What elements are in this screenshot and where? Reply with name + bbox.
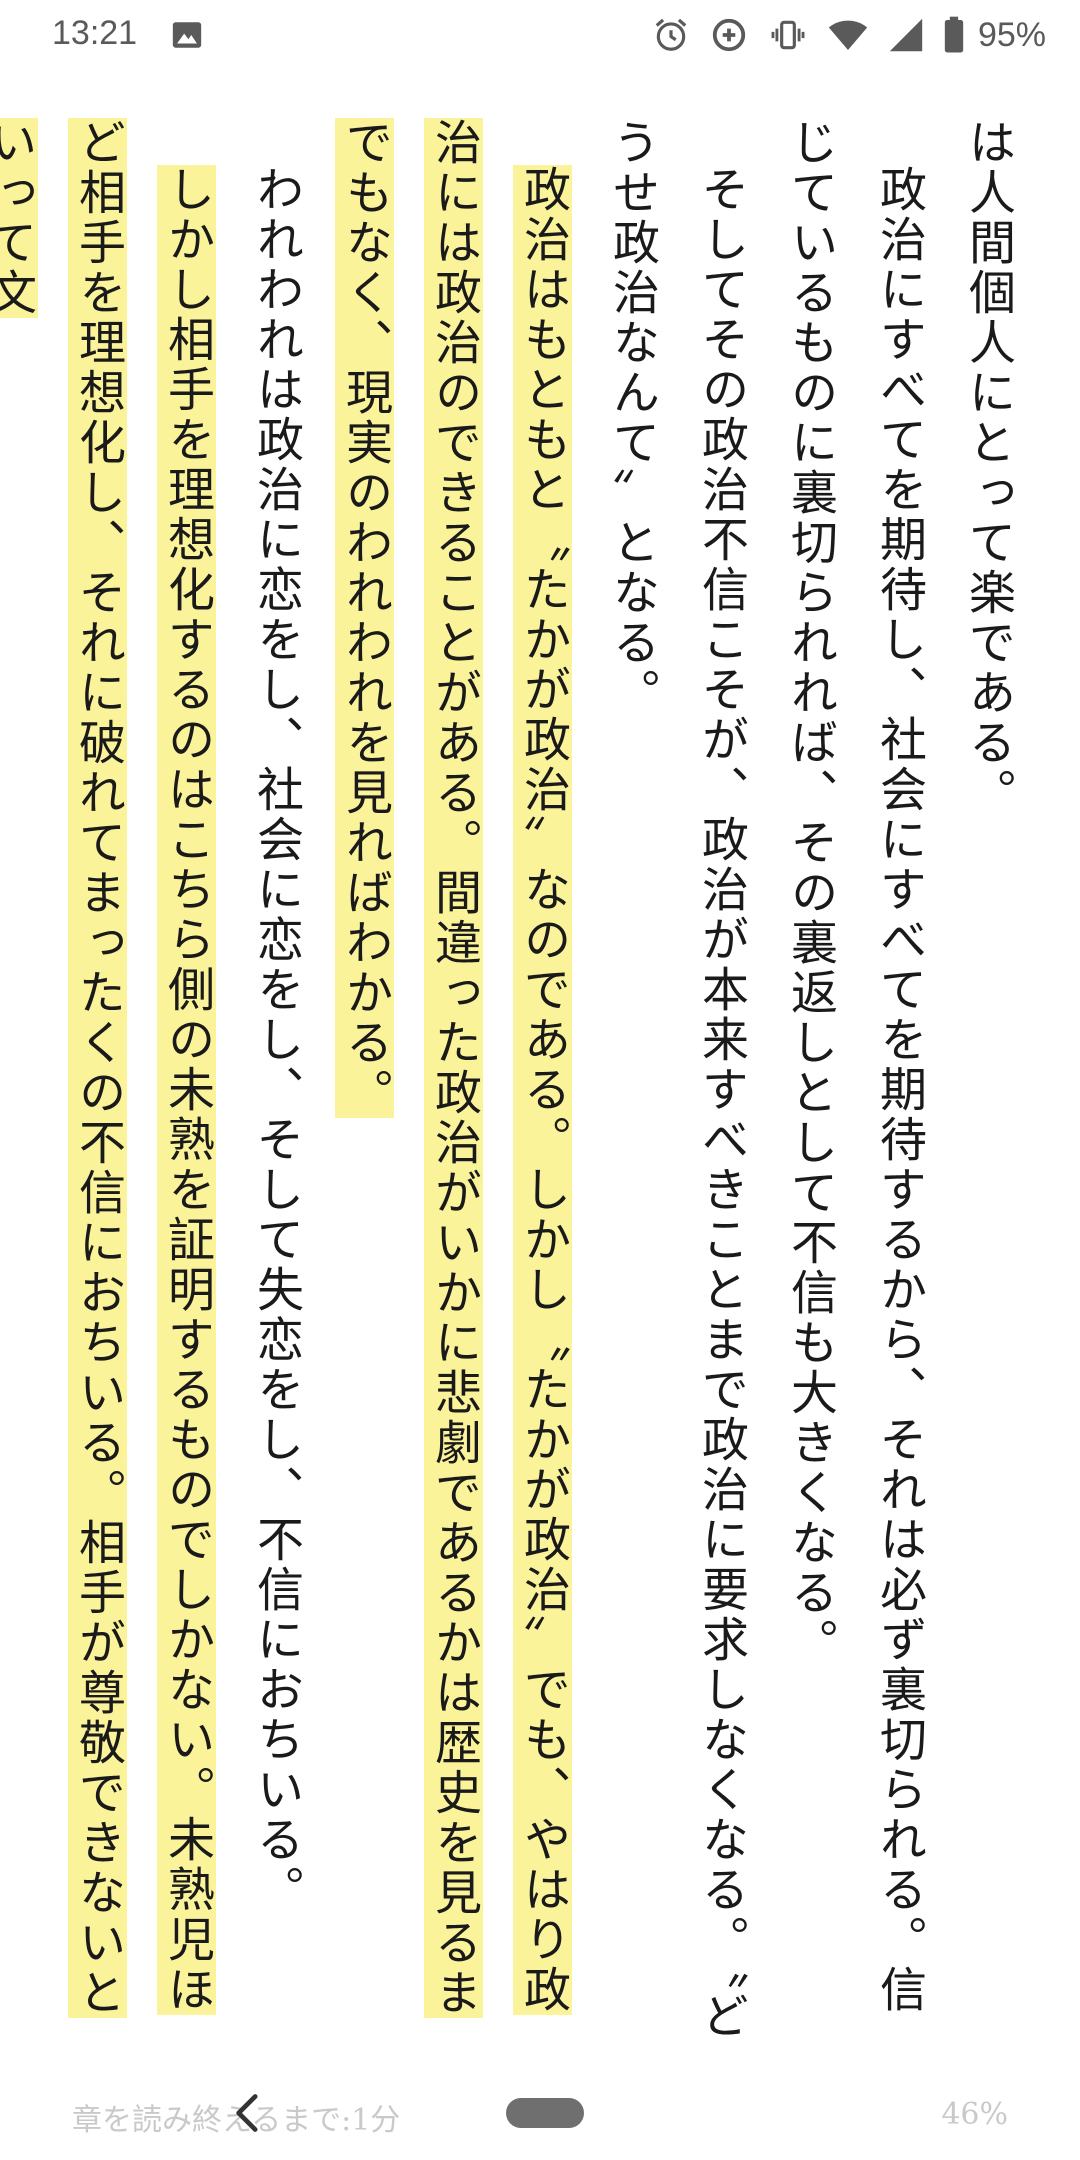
body-text: そしてその政治不信こそが、政治が本来すべきことまで政治に要求しなくなる。〝どうせ… xyxy=(604,118,748,2042)
paragraph: そしてその政治不信こそが、政治が本来すべきことまで政治に要求しなくなる。〝どうせ… xyxy=(587,118,765,2053)
wifi-icon xyxy=(828,20,868,50)
paragraph: しかし相手を理想化するのはこちら側の未熟を証明するものでしかない。未熟児ほど相手… xyxy=(0,118,231,2053)
battery-icon xyxy=(944,16,964,53)
highlighted-text[interactable]: しかし相手を理想化するのはこちら側の未熟を証明するものでしかない。未熟児ほど相手… xyxy=(0,118,216,2018)
status-bar: 13:21 95% xyxy=(0,0,1080,72)
paragraph: 政治にすべてを期待し、社会にすべてを期待するから、それは必ず裏切られる。信じてい… xyxy=(765,118,943,2053)
paragraph: われわれは政治に恋をし、社会に恋をし、そして失恋をし、不信におちいる。 xyxy=(231,118,320,2053)
body-text: 政治にすべてを期待し、社会にすべてを期待するから、それは必ず裏切られる。信じてい… xyxy=(782,118,926,2015)
bottom-bar: 章を読み終えるまで:1分 46% xyxy=(0,2085,1080,2145)
data-saver-icon xyxy=(712,18,746,52)
back-icon[interactable] xyxy=(228,2091,264,2135)
reader-page[interactable]: は人間個人にとって楽である。 政治にすべてを期待し、社会にすべてを期待するから、そ… xyxy=(0,118,1080,2053)
cell-signal-icon xyxy=(889,18,923,52)
image-icon xyxy=(172,22,202,48)
battery-percent: 95% xyxy=(977,15,1046,54)
highlighted-text[interactable]: 政治はもともと〝たかが政治〟なのである。しかし〝たかが政治〟でも、やはり政治には… xyxy=(335,118,572,2018)
alarm-icon xyxy=(655,18,687,51)
book-text: は人間個人にとって楽である。 政治にすべてを期待し、社会にすべてを期待するから、そ… xyxy=(0,118,1032,2053)
reading-progress: 46% xyxy=(941,2097,1008,2132)
status-icons: 95% xyxy=(652,10,1046,60)
paragraph: 政治はもともと〝たかが政治〟なのである。しかし〝たかが政治〟でも、やはり政治には… xyxy=(320,118,587,2053)
body-text: われわれは政治に恋をし、社会に恋をし、そして失恋をし、不信におちいる。 xyxy=(248,165,303,1915)
vibrate-icon xyxy=(771,20,805,50)
paragraph: は人間個人にとって楽である。 xyxy=(943,118,1032,2053)
body-text: は人間個人にとって楽である。 xyxy=(960,118,1015,818)
status-time: 13:21 xyxy=(52,14,138,52)
home-pill[interactable] xyxy=(506,2098,584,2128)
